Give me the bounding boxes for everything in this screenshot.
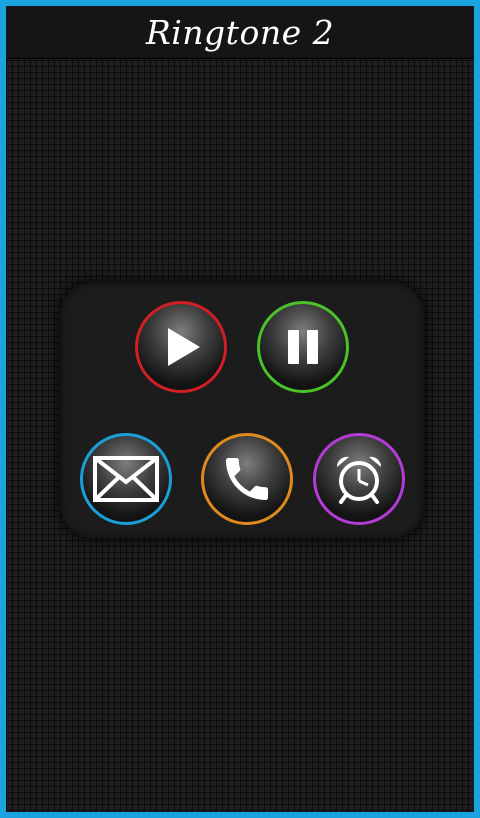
set-alarm-button[interactable]: [313, 433, 405, 525]
page-title: Ringtone 2: [145, 12, 335, 52]
set-ringtone-button[interactable]: [201, 433, 293, 525]
title-bar: Ringtone 2: [6, 6, 474, 58]
phone-icon: [226, 458, 268, 500]
set-message-tone-button[interactable]: [80, 433, 172, 525]
controls-panel: [60, 282, 424, 538]
app-frame: Ringtone 2: [6, 6, 474, 812]
pause-button[interactable]: [257, 301, 349, 393]
play-button[interactable]: [135, 301, 227, 393]
pause-icon: [288, 330, 318, 364]
alarm-clock-icon: [336, 456, 382, 504]
envelope-icon: [93, 456, 159, 502]
play-icon: [168, 328, 200, 366]
